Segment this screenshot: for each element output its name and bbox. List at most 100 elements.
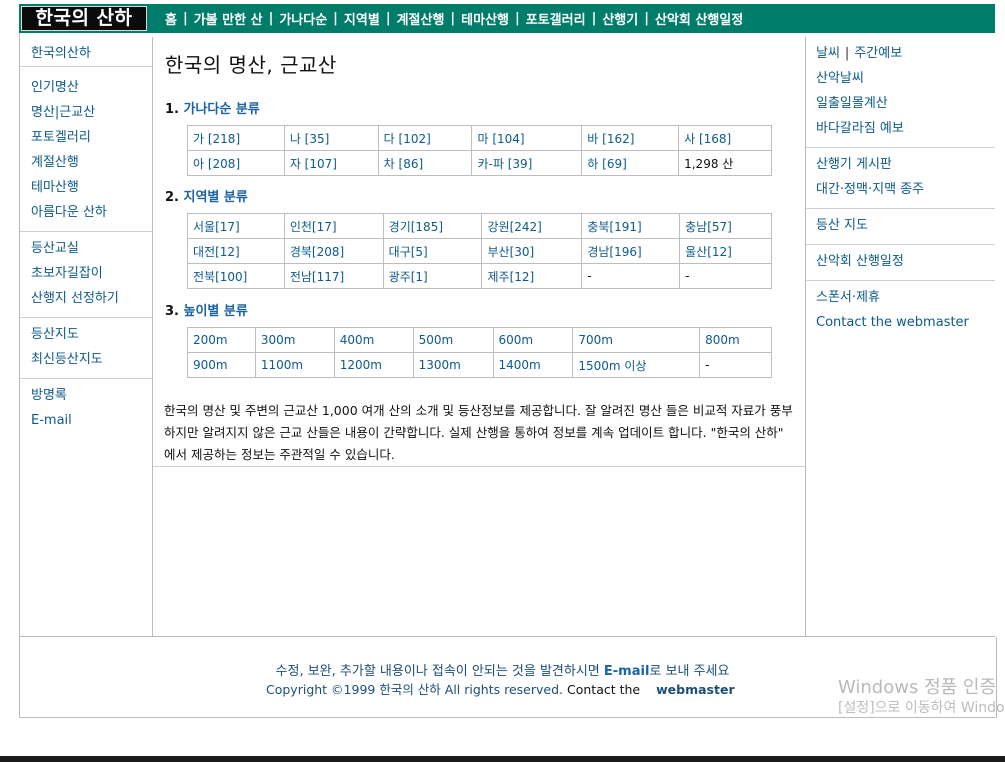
nav-photo-gallery[interactable]: 포토갤러리 [526, 9, 586, 28]
table-row: 서울[17] 인천[17] 경기[185] 강원[242] 충북[191] 충남[57] [187, 213, 772, 239]
table-cell[interactable]: 700m [572, 327, 701, 353]
nav-separator: | [385, 11, 391, 26]
table-cell[interactable]: 서울[17] [187, 213, 285, 239]
footer-copyright-line: Copyright ©1999 한국의 산하 All rights reserv… [266, 679, 735, 698]
sidebar-link-popular[interactable]: 인기명산 [20, 75, 152, 100]
intro-description: 한국의 명산 및 주변의 근교산 1,000 여개 산의 소개 및 등산정보를 … [164, 403, 793, 462]
table-cell[interactable]: 제주[12] [481, 263, 583, 289]
footer-email-link[interactable]: E-mail [604, 664, 650, 679]
table-cell[interactable]: 사 [168] [678, 125, 772, 151]
table-cell[interactable]: 차 [86] [377, 150, 473, 176]
table-cell[interactable]: 경북[208] [283, 238, 384, 264]
table-cell[interactable]: 500m [412, 327, 494, 353]
sidebar-group-contact: 방명록 E-mail [20, 379, 152, 433]
table-cell[interactable]: 카-파 [39] [471, 150, 583, 176]
table-cell[interactable]: 충남[57] [679, 213, 772, 239]
table-cell[interactable]: 1400m [492, 352, 574, 378]
alphabetical-table: 가 [218] 나 [35] 다 [102] 마 [104] 바 [162] 사 [168… [187, 125, 772, 176]
link-weather[interactable]: 날씨 [816, 46, 840, 61]
table-cell[interactable]: 경남[196] [581, 238, 681, 264]
table-cell[interactable]: 전북[100] [187, 263, 285, 289]
table-cell[interactable]: 광주[1] [382, 263, 483, 289]
table-cell[interactable]: 200m [187, 327, 256, 353]
sidebar-link-famous-nearby[interactable]: 명산|근교산 [20, 100, 152, 125]
main-divider [153, 466, 805, 467]
nav-recommended[interactable]: 가볼 만한 산 [194, 9, 263, 28]
nav-seasonal[interactable]: 계절산행 [397, 9, 445, 28]
sidebar-link-photo-gallery[interactable]: 포토겔러리 [20, 125, 152, 150]
link-weekly-forecast[interactable]: 주간예보 [854, 46, 902, 61]
table-cell[interactable]: 600m [492, 327, 574, 353]
link-mountain-weather[interactable]: 산악날씨 [806, 66, 995, 91]
nav-home[interactable]: 홈 [165, 9, 177, 28]
sidebar-link-theme[interactable]: 테마산행 [20, 175, 152, 200]
section-heading-height: 3. 높이별 분류 [165, 304, 248, 319]
table-cell[interactable]: 하 [69] [581, 150, 680, 176]
sidebar-link-beginner-guide[interactable]: 초보자길잡이 [20, 261, 152, 286]
link-sunrise-sunset[interactable]: 일출일몰계산 [806, 91, 995, 116]
link-sea-parting[interactable]: 바다갈라짐 예보 [806, 116, 995, 141]
sidebar-link-guestbook[interactable]: 방명록 [20, 383, 152, 408]
table-cell[interactable]: 나 [35] [283, 125, 379, 151]
table-cell[interactable]: 1300m [412, 352, 494, 378]
table-row: 전북[100] 전남[117] 광주[1] 제주[12] - - [187, 263, 772, 289]
sidebar-link-latest-map[interactable]: 최신등산지도 [20, 347, 152, 372]
link-sponsor[interactable]: 스폰서·제휴 [806, 285, 995, 310]
link-contact-webmaster[interactable]: Contact the webmaster [806, 310, 995, 335]
table-cell[interactable]: 부산[30] [481, 238, 583, 264]
table-cell[interactable]: 가 [218] [187, 125, 285, 151]
table-cell[interactable]: 1200m [333, 352, 414, 378]
section-heading-alphabetical: 1. 가나다순 분류 [165, 102, 260, 117]
table-cell[interactable]: 충북[191] [581, 213, 681, 239]
table-cell[interactable]: 900m [187, 352, 256, 378]
nav-separator: | [333, 11, 338, 26]
sidebar-link-beautiful[interactable]: 아름다운 산하 [20, 200, 152, 225]
table-cell[interactable]: 아 [208] [187, 150, 285, 176]
sidebar-link-seasonal[interactable]: 계절산행 [20, 150, 152, 175]
table-row: 900m 1100m 1200m 1300m 1400m 1500m 이상 - [187, 352, 772, 378]
footer-webmaster-link[interactable]: webmaster [656, 682, 735, 697]
table-cell[interactable]: 대전[12] [187, 238, 285, 264]
nav-separator: | [268, 11, 274, 26]
sidebar-link-choose-destination[interactable]: 산행지 선정하기 [20, 286, 152, 311]
top-bar: 한국의 산하 홈 | 가볼 만한 산 | 가나다순 | 지역별 | 계절산행 | 테마산행… [19, 4, 995, 33]
region-table: 서울[17] 인천[17] 경기[185] 강원[242] 충북[191] 충남[57] 대… [187, 213, 772, 289]
link-club-schedule[interactable]: 산악회 산행일정 [806, 249, 995, 274]
table-cell[interactable]: 1100m [254, 352, 335, 378]
sidebar-link-email[interactable]: E-mail [20, 408, 152, 433]
left-column-divider [152, 37, 153, 637]
nav-theme[interactable]: 테마산행 [461, 9, 509, 28]
nav-club-schedule[interactable]: 산악회 산행일정 [655, 9, 743, 28]
right-group-board: 산행기 게시판 대간·정맥·지맥 종주 [806, 148, 995, 209]
nav-separator: | [515, 11, 520, 26]
nav-hiking-log[interactable]: 산행기 [602, 9, 638, 28]
table-cell[interactable]: 1500m 이상 [572, 352, 701, 378]
table-cell[interactable]: 바 [162] [581, 125, 680, 151]
nav-alphabetical[interactable]: 가나다순 [279, 9, 327, 28]
table-cell: - [581, 263, 681, 289]
nav-by-region[interactable]: 지역별 [344, 9, 380, 28]
link-hiking-board[interactable]: 산행기 게시판 [806, 152, 995, 177]
link-hiking-map[interactable]: 등산 지도 [806, 213, 995, 238]
nav-separator: | [644, 11, 649, 26]
sidebar-group-maps: 등산지도 최신등산지도 [20, 318, 152, 379]
table-cell[interactable]: 마 [104] [471, 125, 583, 151]
contact-text: Contact the [567, 682, 641, 697]
table-cell[interactable]: 대구[5] [382, 238, 483, 264]
table-cell[interactable]: 전남[117] [283, 263, 384, 289]
table-cell[interactable]: 경기[185] [382, 213, 483, 239]
table-cell[interactable]: 400m [333, 327, 414, 353]
table-cell[interactable]: 인천[17] [283, 213, 384, 239]
link-ridge-traverse[interactable]: 대간·정맥·지맥 종주 [806, 177, 995, 202]
sidebar-link-hiking-map[interactable]: 등산지도 [20, 322, 152, 347]
sidebar-link-home[interactable]: 한국의산하 [20, 41, 152, 66]
sidebar-link-hiking-class[interactable]: 등산교실 [20, 236, 152, 261]
table-row: 대전[12] 경북[208] 대구[5] 부산[30] 경남[196] 울산[12] [187, 238, 772, 264]
table-cell[interactable]: 울산[12] [679, 238, 772, 264]
table-cell[interactable]: 자 [107] [283, 150, 379, 176]
site-logo[interactable]: 한국의 산하 [21, 6, 147, 31]
table-cell[interactable]: 300m [254, 327, 335, 353]
table-cell[interactable]: 800m [699, 327, 772, 353]
table-cell[interactable]: 다 [102] [377, 125, 473, 151]
table-cell[interactable]: 강원[242] [481, 213, 583, 239]
